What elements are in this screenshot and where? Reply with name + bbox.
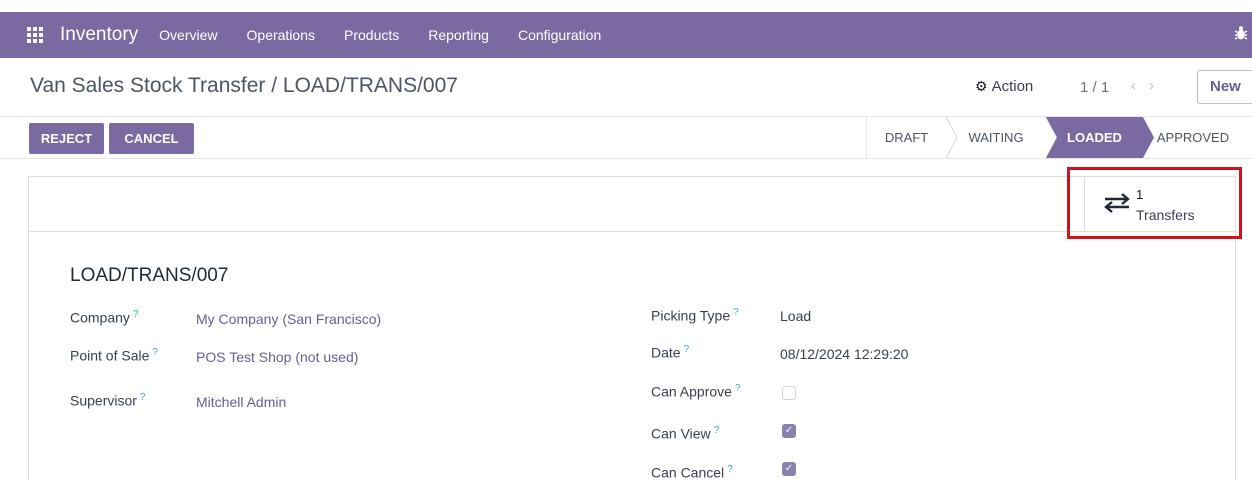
can-approve-label: Can Approve? bbox=[651, 383, 741, 400]
status-stages: DRAFT WAITING LOADED APPROVED bbox=[866, 117, 1243, 158]
menu-operations[interactable]: Operations bbox=[247, 27, 315, 43]
bug-icon-glyph bbox=[1234, 26, 1248, 40]
control-panel: Van Sales Stock Transfer / LOAD/TRANS/00… bbox=[0, 58, 1252, 116]
pager-navigation: ‹› bbox=[1130, 76, 1167, 95]
smart-button-box: 1 Transfers bbox=[29, 177, 1235, 232]
action-menu-button[interactable]: ⚙ Action bbox=[975, 78, 1033, 95]
checkmark-icon: ✓ bbox=[784, 425, 794, 436]
company-help-tooltip[interactable]: ? bbox=[133, 309, 139, 320]
pager-value[interactable]: 1 / 1 bbox=[1080, 79, 1109, 96]
picking-type-help-tooltip[interactable]: ? bbox=[733, 307, 739, 318]
picking-type-label-text: Picking Type bbox=[651, 307, 731, 324]
highlight-annotation bbox=[1067, 167, 1242, 239]
form-statusbar: REJECT CANCEL DRAFT WAITING LOADED APPRO… bbox=[0, 116, 1252, 159]
point-of-sale-label: Point of Sale? bbox=[70, 347, 158, 364]
menu-products[interactable]: Products bbox=[344, 27, 399, 43]
reject-button[interactable]: REJECT bbox=[29, 123, 104, 154]
stage-waiting[interactable]: WAITING bbox=[946, 117, 1046, 158]
point-of-sale-help-tooltip[interactable]: ? bbox=[152, 347, 158, 358]
point-of-sale-field[interactable]: POS Test Shop (not used) bbox=[196, 349, 358, 365]
picking-type-label: Picking Type? bbox=[651, 307, 739, 324]
menu-reporting[interactable]: Reporting bbox=[428, 27, 489, 43]
menu-overview[interactable]: Overview bbox=[159, 27, 217, 43]
date-label: Date? bbox=[651, 344, 689, 361]
can-view-help-tooltip[interactable]: ? bbox=[714, 425, 720, 436]
app-brand[interactable]: Inventory bbox=[60, 24, 138, 46]
top-navbar: Inventory Overview Operations Products R… bbox=[0, 12, 1252, 58]
stage-approved[interactable]: APPROVED bbox=[1143, 117, 1243, 158]
menu-configuration[interactable]: Configuration bbox=[518, 27, 601, 43]
form-sheet: 1 Transfers LOAD/TRANS/007 Company? My C… bbox=[28, 176, 1236, 481]
action-label: Action bbox=[991, 78, 1034, 95]
supervisor-label-text: Supervisor bbox=[70, 392, 137, 409]
supervisor-help-tooltip[interactable]: ? bbox=[140, 392, 146, 403]
company-label-text: Company bbox=[70, 309, 130, 326]
gear-icon: ⚙ bbox=[975, 78, 988, 94]
apps-grid-icon[interactable] bbox=[27, 26, 44, 44]
can-approve-help-tooltip[interactable]: ? bbox=[735, 383, 741, 394]
can-view-checkbox[interactable]: ✓ bbox=[782, 424, 796, 438]
can-cancel-label-text: Can Cancel bbox=[651, 464, 725, 481]
new-record-button[interactable]: New bbox=[1197, 70, 1252, 104]
bug-icon[interactable] bbox=[1234, 25, 1248, 45]
chevron-left-icon[interactable]: ‹ bbox=[1130, 76, 1148, 95]
stage-draft[interactable]: DRAFT bbox=[866, 117, 946, 158]
checkmark-icon: ✓ bbox=[784, 463, 794, 474]
chevron-right-icon[interactable]: › bbox=[1148, 76, 1166, 95]
stage-loaded[interactable]: LOADED bbox=[1046, 117, 1143, 158]
breadcrumb-title: Van Sales Stock Transfer / LOAD/TRANS/00… bbox=[30, 74, 458, 97]
date-label-text: Date bbox=[651, 344, 681, 361]
can-view-label: Can View? bbox=[651, 425, 719, 442]
can-cancel-label: Can Cancel? bbox=[651, 464, 733, 481]
company-label: Company? bbox=[70, 309, 138, 326]
supervisor-label: Supervisor? bbox=[70, 392, 145, 409]
can-approve-checkbox[interactable] bbox=[782, 386, 796, 400]
picking-type-field[interactable]: Load bbox=[780, 308, 811, 324]
date-field[interactable]: 08/12/2024 12:29:20 bbox=[780, 346, 908, 362]
point-of-sale-label-text: Point of Sale bbox=[70, 347, 150, 364]
record-title: LOAD/TRANS/007 bbox=[70, 265, 229, 286]
cancel-button[interactable]: CANCEL bbox=[109, 123, 194, 154]
can-approve-label-text: Can Approve bbox=[651, 383, 732, 400]
company-field[interactable]: My Company (San Francisco) bbox=[196, 311, 381, 327]
can-view-label-text: Can View bbox=[651, 425, 711, 442]
date-help-tooltip[interactable]: ? bbox=[684, 344, 690, 355]
supervisor-field[interactable]: Mitchell Admin bbox=[196, 394, 286, 410]
can-cancel-help-tooltip[interactable]: ? bbox=[727, 464, 733, 475]
can-cancel-checkbox[interactable]: ✓ bbox=[782, 462, 796, 476]
